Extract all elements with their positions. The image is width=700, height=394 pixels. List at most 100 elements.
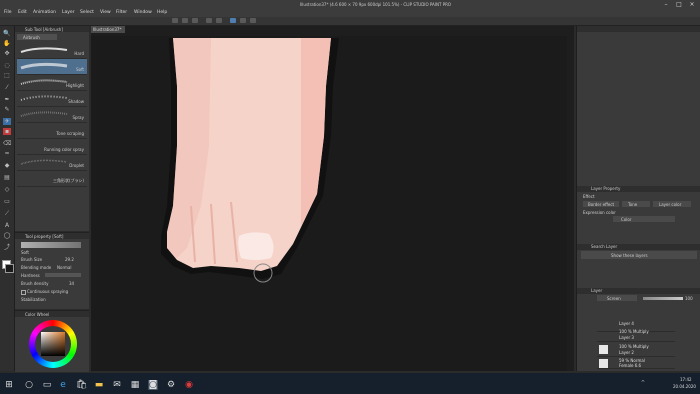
settings-icon[interactable]: ⚙	[166, 380, 176, 390]
menu-filter[interactable]: Filter	[116, 10, 127, 15]
tool-property-header: Tool property [Soft]	[25, 234, 64, 239]
layer-blend-mode-select[interactable]: Screen	[597, 295, 637, 301]
layer-color-button[interactable]: Layer color	[653, 201, 691, 207]
airbrush-tool-icon[interactable]: ✈	[3, 118, 11, 125]
close-icon[interactable]: ×	[686, 1, 698, 9]
open-icon[interactable]	[182, 18, 188, 23]
undo-icon[interactable]	[206, 18, 212, 23]
brush-item-running-color-spray[interactable]: Running color spray	[17, 139, 87, 155]
layer-opacity-slider[interactable]	[643, 297, 683, 300]
expression-color-select[interactable]: Color	[613, 216, 675, 222]
eraser-tool-icon[interactable]: ⌫	[3, 140, 11, 147]
new-icon[interactable]	[172, 18, 178, 23]
brush-item-hard[interactable]: Hard	[17, 43, 87, 59]
clip-studio-icon[interactable]: ◙	[148, 380, 158, 390]
brush-item-soft[interactable]: Soft	[17, 59, 87, 75]
menu-edit[interactable]: Edit	[18, 10, 27, 15]
search-icon[interactable]: ○	[24, 380, 34, 390]
menu-animation[interactable]: Animation	[33, 10, 56, 15]
brush-item-tone-scraping[interactable]: Tone scraping	[17, 123, 87, 139]
move-tool-icon[interactable]: ✥	[3, 50, 11, 57]
taskbar-tray-icon[interactable]: ⌃	[640, 379, 646, 387]
snap-icon[interactable]	[230, 18, 236, 23]
layer-property-header: Layer Property	[577, 186, 700, 192]
grid-icon[interactable]	[250, 18, 256, 23]
pen-tool-icon[interactable]: ✒	[3, 96, 11, 103]
fill-tool-icon[interactable]: ◆	[3, 162, 11, 169]
sub-tool-panel: Sub Tool [Airbrush] Airbrush Hard Soft H…	[15, 26, 89, 231]
saturation-square[interactable]	[41, 332, 65, 356]
ruler-tool-icon[interactable]: ⟋	[3, 210, 11, 217]
tool-palette: 🔍 ✋ ✥ ◌ ⬚ ⁄ ✒ ✎ ✈ ▪ ⌫ ≈ ◆ ▤ ◇ ▭ ⟋ A ◯ ⤴	[0, 26, 15, 371]
pencil-tool-icon[interactable]: ✎	[3, 106, 11, 113]
minimize-icon[interactable]: –	[660, 1, 672, 9]
brush-size-label: Brush Size	[21, 257, 43, 262]
menu-view[interactable]: View	[100, 10, 111, 15]
brush-item-triangle[interactable]: 三角形状(ブラシ)	[17, 171, 87, 187]
brush-item-spray[interactable]: Spray	[17, 107, 87, 123]
calculator-icon[interactable]: ▦	[130, 380, 140, 390]
select-tool-icon[interactable]: ⬚	[3, 72, 11, 79]
save-icon[interactable]	[192, 18, 198, 23]
blending-mode-select[interactable]: Normal	[57, 265, 71, 270]
menu-layer[interactable]: Layer	[62, 10, 75, 15]
hand-tool-icon[interactable]: ✋	[3, 40, 11, 47]
brush-size-value[interactable]: 29.2	[65, 257, 74, 262]
brush-item-shadow[interactable]: Shadow	[17, 91, 87, 107]
brush-density-label: Brush density	[21, 281, 49, 286]
zoom-tool-icon[interactable]: 🔍	[3, 30, 11, 37]
right-panel: Layer Property Effect Border effect Tone…	[576, 26, 700, 371]
canvas-artwork	[91, 26, 574, 371]
task-view-icon[interactable]: ▭	[42, 380, 52, 390]
color-wheel-header: Color Wheel	[25, 312, 50, 317]
menu-help[interactable]: Help	[157, 10, 167, 15]
layer-opacity-value[interactable]: 100	[685, 296, 693, 301]
effect-label: Effect	[583, 194, 595, 199]
brush-item-droplet[interactable]: Droplet	[17, 155, 87, 171]
explorer-icon[interactable]: ▬	[94, 380, 104, 390]
brush-item-highlight[interactable]: Highlight	[17, 75, 87, 91]
menu-window[interactable]: Window	[134, 10, 152, 15]
tone-button[interactable]: Tone	[622, 201, 650, 207]
search-layer-header: Search Layer	[577, 244, 700, 250]
store-icon[interactable]: 🛍	[76, 380, 87, 390]
menu-select[interactable]: Select	[80, 10, 94, 15]
lasso-tool-icon[interactable]: ◌	[3, 62, 11, 69]
hardness-slider[interactable]	[45, 273, 81, 277]
layer-row[interactable]: 100 % Multiply Layer 3	[597, 329, 675, 342]
layer-thumbnail	[599, 359, 608, 368]
blend-tool-icon[interactable]: ≈	[3, 150, 11, 157]
redo-icon[interactable]	[216, 18, 222, 23]
record-icon[interactable]: ◉	[184, 380, 194, 390]
correct-line-tool-icon[interactable]: ⤴	[3, 244, 11, 251]
frame-tool-icon[interactable]: ▭	[3, 198, 11, 205]
layer-row[interactable]: 100 % Multiply Layer 2	[597, 344, 675, 357]
text-tool-icon[interactable]: A	[3, 222, 11, 229]
continuous-spraying-checkbox[interactable]	[21, 290, 26, 295]
color-wheel[interactable]	[29, 320, 77, 368]
menu-file[interactable]: File	[4, 10, 12, 15]
edge-icon[interactable]: e	[58, 380, 68, 390]
border-effect-button[interactable]: Border effect	[583, 201, 619, 207]
sub-tool-group-label[interactable]: Airbrush	[23, 35, 40, 40]
layer-thumbnail	[599, 345, 608, 354]
decoration-tool-icon[interactable]: ▪	[3, 128, 11, 135]
canvas-tab[interactable]: Illustration37*	[91, 26, 125, 33]
color-wheel-panel: Color Wheel	[15, 310, 89, 372]
eyedropper-tool-icon[interactable]: ⁄	[3, 84, 11, 91]
figure-tool-icon[interactable]: ◇	[3, 186, 11, 193]
taskbar-date: 20.04.2020	[673, 384, 696, 389]
maximize-icon[interactable]: □	[673, 1, 685, 9]
search-layer-select[interactable]: Show these layers	[581, 251, 697, 259]
windows-start-icon[interactable]: ⊞	[4, 380, 14, 390]
sub-color-swatch[interactable]	[5, 264, 14, 273]
canvas-area[interactable]	[91, 26, 574, 371]
brush-density-value[interactable]: 34	[69, 281, 74, 286]
ruler-icon[interactable]	[240, 18, 246, 23]
gradient-tool-icon[interactable]: ▤	[3, 174, 11, 181]
taskbar-time: 17:42	[680, 377, 692, 382]
menu-bar: Illustration37* (4.6 600 × 70 9px 600dpi…	[0, 0, 700, 17]
mail-icon[interactable]: ✉	[112, 380, 122, 390]
layer-row[interactable]: 59 % Normal Female 6.6	[597, 358, 675, 369]
balloon-tool-icon[interactable]: ◯	[3, 232, 11, 239]
